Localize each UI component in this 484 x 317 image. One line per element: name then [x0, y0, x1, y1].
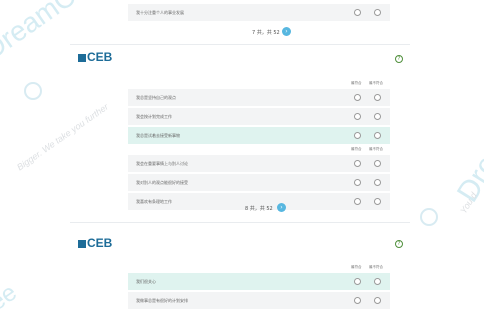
least-radio[interactable] [374, 198, 381, 205]
question-text: 我会按计划完成工作 [136, 114, 172, 119]
question-card-top: 我十分注重个人的事业发展 [128, 2, 390, 21]
question-row: 我做事总是有很好的计划安排 [128, 292, 390, 309]
question-text: 我们很关心 [136, 279, 156, 284]
divider [70, 44, 410, 45]
least-header: 最不符合 [369, 81, 383, 85]
most-radio[interactable] [354, 113, 361, 120]
least-header: 最不符合 [369, 265, 383, 269]
watermark-tagline-right: You d [458, 190, 479, 216]
ceb-logo: CEB [78, 236, 112, 250]
logo-icon [78, 54, 86, 62]
logo-icon [78, 240, 86, 248]
answer-header: 最符合 最不符合 [128, 262, 390, 271]
least-radio[interactable] [374, 132, 381, 139]
question-row: 我对别人的观点能很好的接受 [128, 174, 390, 191]
next-page-button[interactable]: › [277, 203, 286, 212]
question-row: 我会按计划完成工作 [128, 108, 390, 125]
question-text: 我总是坚持自己的观点 [136, 95, 176, 100]
watermark-brand-right: Dre [450, 149, 484, 208]
least-radio[interactable] [374, 9, 381, 16]
pen-logo-icon [420, 208, 438, 226]
question-text: 我喜欢有条理地工作 [136, 199, 172, 204]
most-header: 最符合 [351, 147, 362, 151]
page-indicator: 8 共，共 52 [245, 206, 273, 212]
most-radio[interactable] [354, 9, 361, 16]
question-row-selected: 我总是试着去接受新事物 [128, 127, 390, 144]
question-text: 我总是试着去接受新事物 [136, 133, 180, 138]
page-indicator: 7 共，共 52 [252, 30, 280, 36]
question-row: 我会在重要事情上与别人讨论 [128, 155, 390, 172]
question-card-mid: 最符合 最不符合 我总是坚持自己的观点 我会按计划完成工作 我总是试着去接受新事… [128, 78, 390, 144]
answer-header: 最符合 最不符合 [128, 144, 390, 153]
question-card-bottom: 最符合 最不符合 我们很关心 我做事总是有很好的计划安排 [128, 262, 390, 309]
most-radio[interactable] [354, 132, 361, 139]
question-text: 我做事总是有很好的计划安排 [136, 298, 188, 303]
question-text: 我对别人的观点能很好的接受 [136, 180, 188, 185]
most-radio[interactable] [354, 160, 361, 167]
most-radio[interactable] [354, 297, 361, 304]
help-icon[interactable]: ? [395, 240, 403, 248]
most-radio[interactable] [354, 94, 361, 101]
least-radio[interactable] [374, 297, 381, 304]
next-page-button[interactable]: › [282, 27, 291, 36]
watermark-brand-left: DreamCareer [0, 0, 135, 66]
ceb-logo: CEB [78, 50, 112, 64]
least-radio[interactable] [374, 94, 381, 101]
most-radio[interactable] [354, 179, 361, 186]
least-radio[interactable] [374, 278, 381, 285]
most-radio[interactable] [354, 198, 361, 205]
most-radio[interactable] [354, 278, 361, 285]
least-radio[interactable] [374, 179, 381, 186]
question-card-mid-2: 最符合 最不符合 我会在重要事情上与别人讨论 我对别人的观点能很好的接受 我喜欢… [128, 144, 390, 210]
question-row: 我十分注重个人的事业发展 [128, 4, 390, 21]
question-text: 我会在重要事情上与别人讨论 [136, 161, 188, 166]
pen-logo-icon [24, 82, 42, 100]
question-text: 我十分注重个人的事业发展 [136, 10, 184, 15]
least-radio[interactable] [374, 113, 381, 120]
watermark-tagline-left: Bigger. We take you further [14, 101, 111, 173]
most-header: 最符合 [351, 265, 362, 269]
divider [70, 222, 410, 223]
most-header: 最符合 [351, 81, 362, 85]
answer-header: 最符合 最不符合 [128, 78, 390, 87]
question-row: 我总是坚持自己的观点 [128, 89, 390, 106]
least-header: 最不符合 [369, 147, 383, 151]
least-radio[interactable] [374, 160, 381, 167]
question-row-selected: 我们很关心 [128, 273, 390, 290]
watermark-fragment-bottom: ee [0, 278, 22, 317]
help-icon[interactable]: ? [395, 55, 403, 63]
